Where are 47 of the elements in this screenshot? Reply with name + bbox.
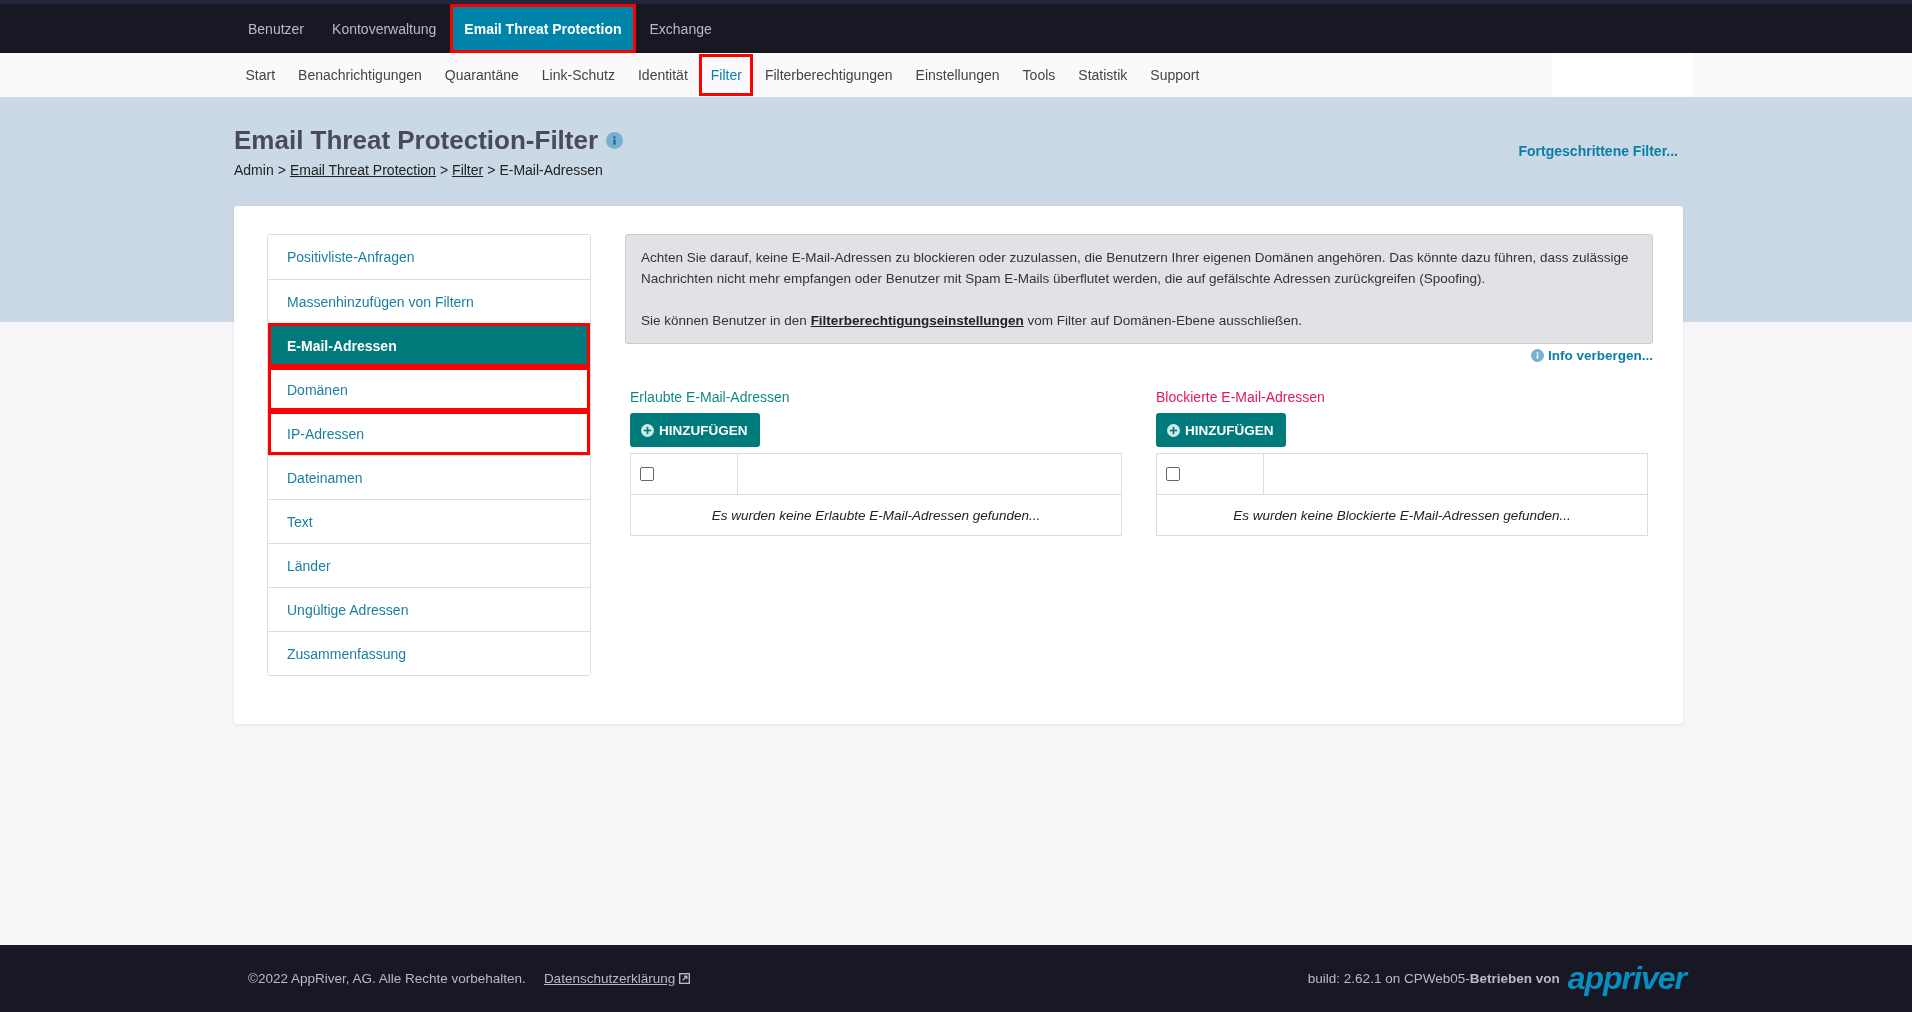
list-title: Erlaubte E-Mail-Adressen bbox=[630, 389, 791, 405]
sub-nav-tab[interactable]: Filter bbox=[699, 54, 754, 96]
list-title: Blockierte E-Mail-Adressen bbox=[1156, 389, 1326, 405]
breadcrumb-text: E-Mail-Adressen bbox=[499, 162, 603, 178]
empty-message: Es wurden keine Erlaubte E-Mail-Adressen gefunden... bbox=[711, 507, 1041, 523]
sub-nav-tab[interactable]: Benachrichtigungen bbox=[286, 54, 434, 96]
sub-nav-tab[interactable]: Identität bbox=[626, 54, 700, 96]
plus-icon bbox=[1167, 423, 1180, 437]
breadcrumb-separator: > bbox=[487, 162, 496, 178]
warning-text: Achten Sie darauf, keine E-Mail-Adressen zu blockieren oder zuzulassen, die Benutzern Ihrer eigenen Domänen angehören. Das könnte dazu führen, dass zulässige Nachrichten nicht mehr empfangen oder Benutzer mit Spam E-Mails überflutet werden, die auf gefälschte Adressen zurückgreifen (Spoofing). bbox=[641, 249, 1630, 288]
sub-nav-tab[interactable]: Filterberechtigungen bbox=[753, 54, 905, 96]
add-button[interactable]: HINZUFÜGEN bbox=[630, 413, 760, 447]
sub-nav-tab[interactable]: Einstellungen bbox=[904, 54, 1012, 96]
copyright-text: ©2022 AppRiver, AG. Alle Rechte vorbehalten. bbox=[248, 971, 526, 986]
hide-info-link[interactable]: Info verbergen... bbox=[1530, 348, 1653, 363]
sub-nav-tab[interactable]: Quarantäne bbox=[433, 54, 531, 96]
select-all-checkbox[interactable] bbox=[1166, 467, 1180, 481]
breadcrumb-link[interactable]: Email Threat Protection bbox=[289, 162, 436, 178]
breadcrumb-link[interactable]: Filter bbox=[452, 162, 484, 178]
select-all-checkbox[interactable] bbox=[640, 467, 654, 481]
sidebar-item[interactable]: Zusammenfassung bbox=[268, 631, 590, 675]
top-nav-tab[interactable]: Exchange bbox=[635, 4, 726, 53]
top-nav-tab[interactable]: Kontoverwaltung bbox=[318, 4, 451, 53]
warning-text: Sie können Benutzer in den Filterberechtigungseinstellungen vom Filter auf Domänen-Ebene ausschließen. bbox=[641, 312, 1304, 330]
sidebar-item[interactable]: IP-Adressen bbox=[268, 411, 590, 455]
top-nav-tab[interactable]: Email Threat Protection bbox=[450, 4, 636, 53]
info-icon bbox=[1530, 349, 1544, 362]
page-title: Email Threat Protection-Filter bbox=[234, 125, 599, 156]
sidebar-item[interactable]: Domänen bbox=[268, 367, 590, 411]
empty-message: Es wurden keine Blockierte E-Mail-Adressen gefunden... bbox=[1233, 507, 1571, 523]
privacy-link[interactable]: Datenschutzerklärung bbox=[543, 971, 691, 986]
sub-nav-tab[interactable]: Start bbox=[234, 54, 287, 96]
info-icon bbox=[606, 132, 624, 149]
external-link-icon bbox=[679, 973, 691, 984]
breadcrumb-separator: > bbox=[277, 162, 286, 178]
breadcrumb-separator: > bbox=[439, 162, 449, 178]
top-nav-tab[interactable]: Benutzer bbox=[234, 4, 319, 53]
plus-icon bbox=[641, 423, 654, 437]
sub-nav-tab[interactable]: Tools bbox=[1011, 54, 1067, 96]
sidebar-item[interactable]: E-Mail-Adressen bbox=[268, 323, 590, 367]
sub-nav-tab[interactable]: Link-Schutz bbox=[530, 54, 627, 96]
settings-link[interactable]: Filterberechtigungseinstellungen bbox=[810, 313, 1024, 328]
add-button[interactable]: HINZUFÜGEN bbox=[1156, 413, 1286, 447]
breadcrumb-text: Admin bbox=[234, 162, 274, 178]
build-info: build: 2.62.1 on CPWeb05-Betrieben von bbox=[1307, 971, 1560, 986]
sub-nav-tab[interactable]: Statistik bbox=[1066, 54, 1139, 96]
sub-nav-tab[interactable]: Support bbox=[1138, 54, 1211, 96]
